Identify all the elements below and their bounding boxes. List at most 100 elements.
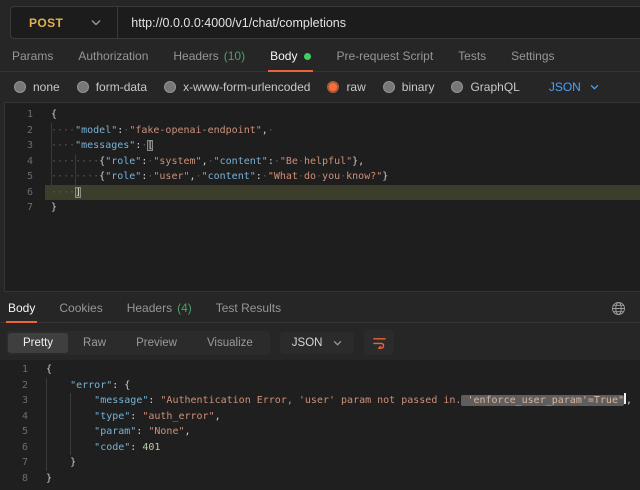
tab-count-badge: (10) [224,49,245,63]
response-tab-test-results[interactable]: Test Results [216,294,281,322]
response-format-select[interactable]: JSON [280,332,355,354]
code-token: , [215,411,221,422]
code-token: } [51,202,57,213]
body-type-raw[interactable]: raw [327,80,365,94]
line-number: 6 [0,440,40,456]
view-raw[interactable]: Raw [68,333,121,353]
body-type-x-www-form-urlencoded[interactable]: x-www-form-urlencoded [164,80,310,94]
tab-settings[interactable]: Settings [511,41,554,71]
radio-label: form-data [96,80,147,94]
code-token: "error" [70,380,112,391]
tab-count-badge: (4) [177,301,192,315]
view-pretty[interactable]: Pretty [8,333,68,353]
active-tab-underline [6,321,37,323]
code-token: : { [112,380,130,391]
code-token: , [626,395,632,406]
code-token: know?" [346,171,382,182]
code-token [46,457,70,468]
code-token: "param" [94,426,136,437]
code-token: "type" [94,411,130,422]
request-tabs: Params Authorization Headers (10) Body Pre-re… [0,41,640,72]
chevron-down-icon [91,19,101,26]
code-token: , [185,426,191,437]
code-token: : [148,395,160,406]
tab-label: Headers [173,49,218,63]
code-text: "error": { [40,378,640,394]
tab-label: Test Results [216,301,281,315]
code-token: : [130,411,142,422]
code-token: { [51,109,57,120]
request-body-panel: 1{2····"model":·"fake-openai-endpoint",·… [4,102,640,292]
request-format-select[interactable]: JSON [549,80,599,94]
response-body-panel: 1{2 "error": {3 "message": "Authenticati… [0,360,640,490]
tab-label: Cookies [59,301,102,315]
code-token: { [46,364,52,375]
code-line: 1{ [5,107,640,123]
tab-authorization[interactable]: Authorization [78,41,148,71]
code-text: } [45,200,640,216]
code-text: "type": "auth_error", [40,409,640,425]
response-tab-headers[interactable]: Headers(4) [127,294,192,322]
code-token: "What [268,171,298,182]
code-line: 4········{"role":·"system",·"content":·"… [5,154,640,170]
line-number: 2 [5,123,45,139]
tab-label: Body [8,301,35,315]
tab-headers[interactable]: Headers (10) [173,41,245,71]
response-body-editor[interactable]: 1{2 "error": {3 "message": "Authenticati… [0,360,640,486]
chevron-down-icon [590,84,599,90]
code-token: }, [352,156,364,167]
code-token: "message" [94,395,148,406]
response-tab-body[interactable]: Body [8,294,35,322]
tab-tests[interactable]: Tests [458,41,486,71]
code-token: "content" [214,156,268,167]
code-line: 7} [5,200,640,216]
code-token: : [136,426,148,437]
code-line: 7 } [0,455,640,471]
code-text: ········{"role":·"user",·"content":·"Wha… [45,169,640,185]
radio-selected-icon [327,81,339,93]
code-token: "messages" [75,140,135,151]
code-token: : [130,442,142,453]
response-tab-cookies[interactable]: Cookies [59,294,102,322]
body-type-binary[interactable]: binary [383,80,435,94]
url-input[interactable]: http://0.0.0.0:4000/v1/chat/completions [118,16,346,30]
radio-icon [14,81,26,93]
code-token: you [322,171,340,182]
tab-params[interactable]: Params [12,41,53,71]
code-token: ···· [51,187,75,198]
view-preview[interactable]: Preview [121,333,192,353]
tab-pre-request-script[interactable]: Pre-request Script [336,41,433,71]
tab-label: Body [270,49,297,63]
code-token: "None" [148,426,184,437]
code-text: "message": "Authentication Error, 'user'… [40,393,640,409]
code-text: ····"messages":·[ [45,138,640,154]
request-url-bar: POST http://0.0.0.0:4000/v1/chat/complet… [10,6,640,39]
code-token: ···· [51,125,75,136]
globe-icon[interactable] [611,301,626,316]
matched-bracket: ] [75,187,81,198]
body-type-none[interactable]: none [14,80,60,94]
line-number: 6 [5,185,45,201]
body-type-graphql[interactable]: GraphQL [451,80,519,94]
body-type-form-data[interactable]: form-data [77,80,147,94]
code-token: do [304,171,316,182]
code-text: { [45,107,640,123]
code-line: 3 "message": "Authentication Error, 'use… [0,393,640,409]
tab-body[interactable]: Body [270,41,311,71]
code-token [46,380,70,391]
active-tab-underline [268,70,313,72]
code-line: 1{ [0,362,640,378]
code-text: "param": "None", [40,424,640,440]
code-token: "model" [75,125,117,136]
line-number: 3 [0,393,40,409]
wrap-text-button[interactable] [364,330,394,355]
request-body-editor[interactable]: 1{2····"model":·"fake-openai-endpoint",·… [5,103,640,216]
response-tabs: Body Cookies Headers(4) Test Results [8,294,281,322]
code-token: "Authentication Error, 'user' param not … [160,395,461,406]
response-actions [611,301,626,316]
view-visualize[interactable]: Visualize [192,333,268,353]
method-selector[interactable]: POST [11,16,117,30]
code-token: ···· [51,140,75,151]
line-number: 2 [0,378,40,394]
response-view-switcher: PrettyRawPreviewVisualize [6,331,270,355]
